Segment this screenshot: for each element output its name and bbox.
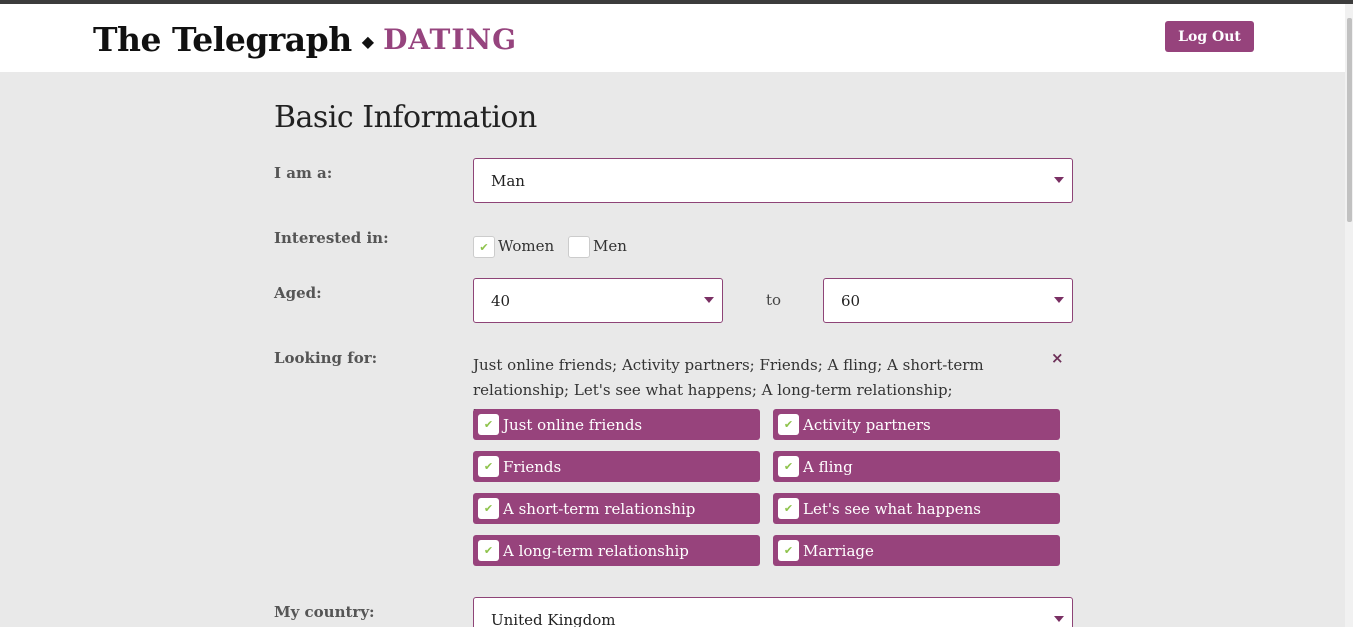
country-select-value: United Kingdom (491, 610, 616, 627)
men-checkbox-label[interactable]: Men (593, 237, 627, 255)
looking-for-label: Looking for: (274, 349, 378, 367)
country-select[interactable]: United Kingdom (473, 597, 1073, 627)
close-icon[interactable]: × (1051, 349, 1064, 367)
gender-select[interactable]: Man (473, 158, 1073, 203)
looking-option-see-what-happens[interactable]: ✔ Let's see what happens (773, 493, 1060, 524)
looking-option-short-term[interactable]: ✔ A short-term relationship (473, 493, 760, 524)
checkmark-icon: ✔ (778, 498, 799, 519)
men-checkbox[interactable] (568, 236, 590, 258)
option-label: Let's see what happens (803, 499, 981, 518)
logout-button[interactable]: Log Out (1165, 21, 1254, 52)
looking-option-friends[interactable]: ✔ Friends (473, 451, 760, 482)
age-from-select[interactable]: 40 (473, 278, 723, 323)
scrollbar-thumb[interactable] (1347, 18, 1352, 222)
looking-option-just-online-friends[interactable]: ✔ Just online friends (473, 409, 760, 440)
logo-wordmark: The Telegraph (93, 19, 352, 59)
checkmark-icon: ✔ (479, 240, 489, 254)
site-header: The Telegraph ◆ DATING Log Out (0, 4, 1345, 72)
looking-option-activity-partners[interactable]: ✔ Activity partners (773, 409, 1060, 440)
logo-dating: DATING (383, 22, 517, 56)
checkmark-icon: ✔ (478, 498, 499, 519)
age-to-select[interactable]: 60 (823, 278, 1073, 323)
option-label: Activity partners (803, 415, 931, 434)
women-checkbox-label[interactable]: Women (498, 237, 554, 255)
option-label: Friends (503, 457, 562, 476)
chevron-down-icon (1054, 297, 1064, 303)
age-to-value: 60 (841, 291, 861, 310)
option-label: A fling (803, 457, 853, 476)
checkmark-icon: ✔ (478, 456, 499, 477)
option-label: A short-term relationship (503, 499, 696, 518)
checkmark-icon: ✔ (478, 414, 499, 435)
page-title: Basic Information (274, 100, 537, 135)
site-logo[interactable]: The Telegraph ◆ DATING (93, 16, 517, 62)
option-label: Just online friends (503, 415, 643, 434)
checkmark-icon: ✔ (778, 540, 799, 561)
chevron-down-icon (1054, 177, 1064, 183)
age-label: Aged: (274, 284, 322, 302)
looking-option-long-term[interactable]: ✔ A long-term relationship (473, 535, 760, 566)
gender-select-value: Man (491, 171, 525, 190)
women-checkbox[interactable]: ✔ (473, 236, 495, 258)
looking-option-marriage[interactable]: ✔ Marriage (773, 535, 1060, 566)
checkmark-icon: ✔ (778, 456, 799, 477)
interested-label: Interested in: (274, 229, 389, 247)
chevron-down-icon (1054, 616, 1064, 622)
age-from-value: 40 (491, 291, 511, 310)
checkmark-icon: ✔ (778, 414, 799, 435)
age-range-separator: to (766, 291, 782, 309)
option-label: Marriage (803, 541, 874, 560)
chevron-down-icon (704, 297, 714, 303)
gender-label: I am a: (274, 164, 333, 182)
logo-separator-icon: ◆ (361, 31, 375, 51)
checkmark-icon: ✔ (478, 540, 499, 561)
option-label: A long-term relationship (503, 541, 689, 560)
looking-option-a-fling[interactable]: ✔ A fling (773, 451, 1060, 482)
country-label: My country: (274, 603, 375, 621)
